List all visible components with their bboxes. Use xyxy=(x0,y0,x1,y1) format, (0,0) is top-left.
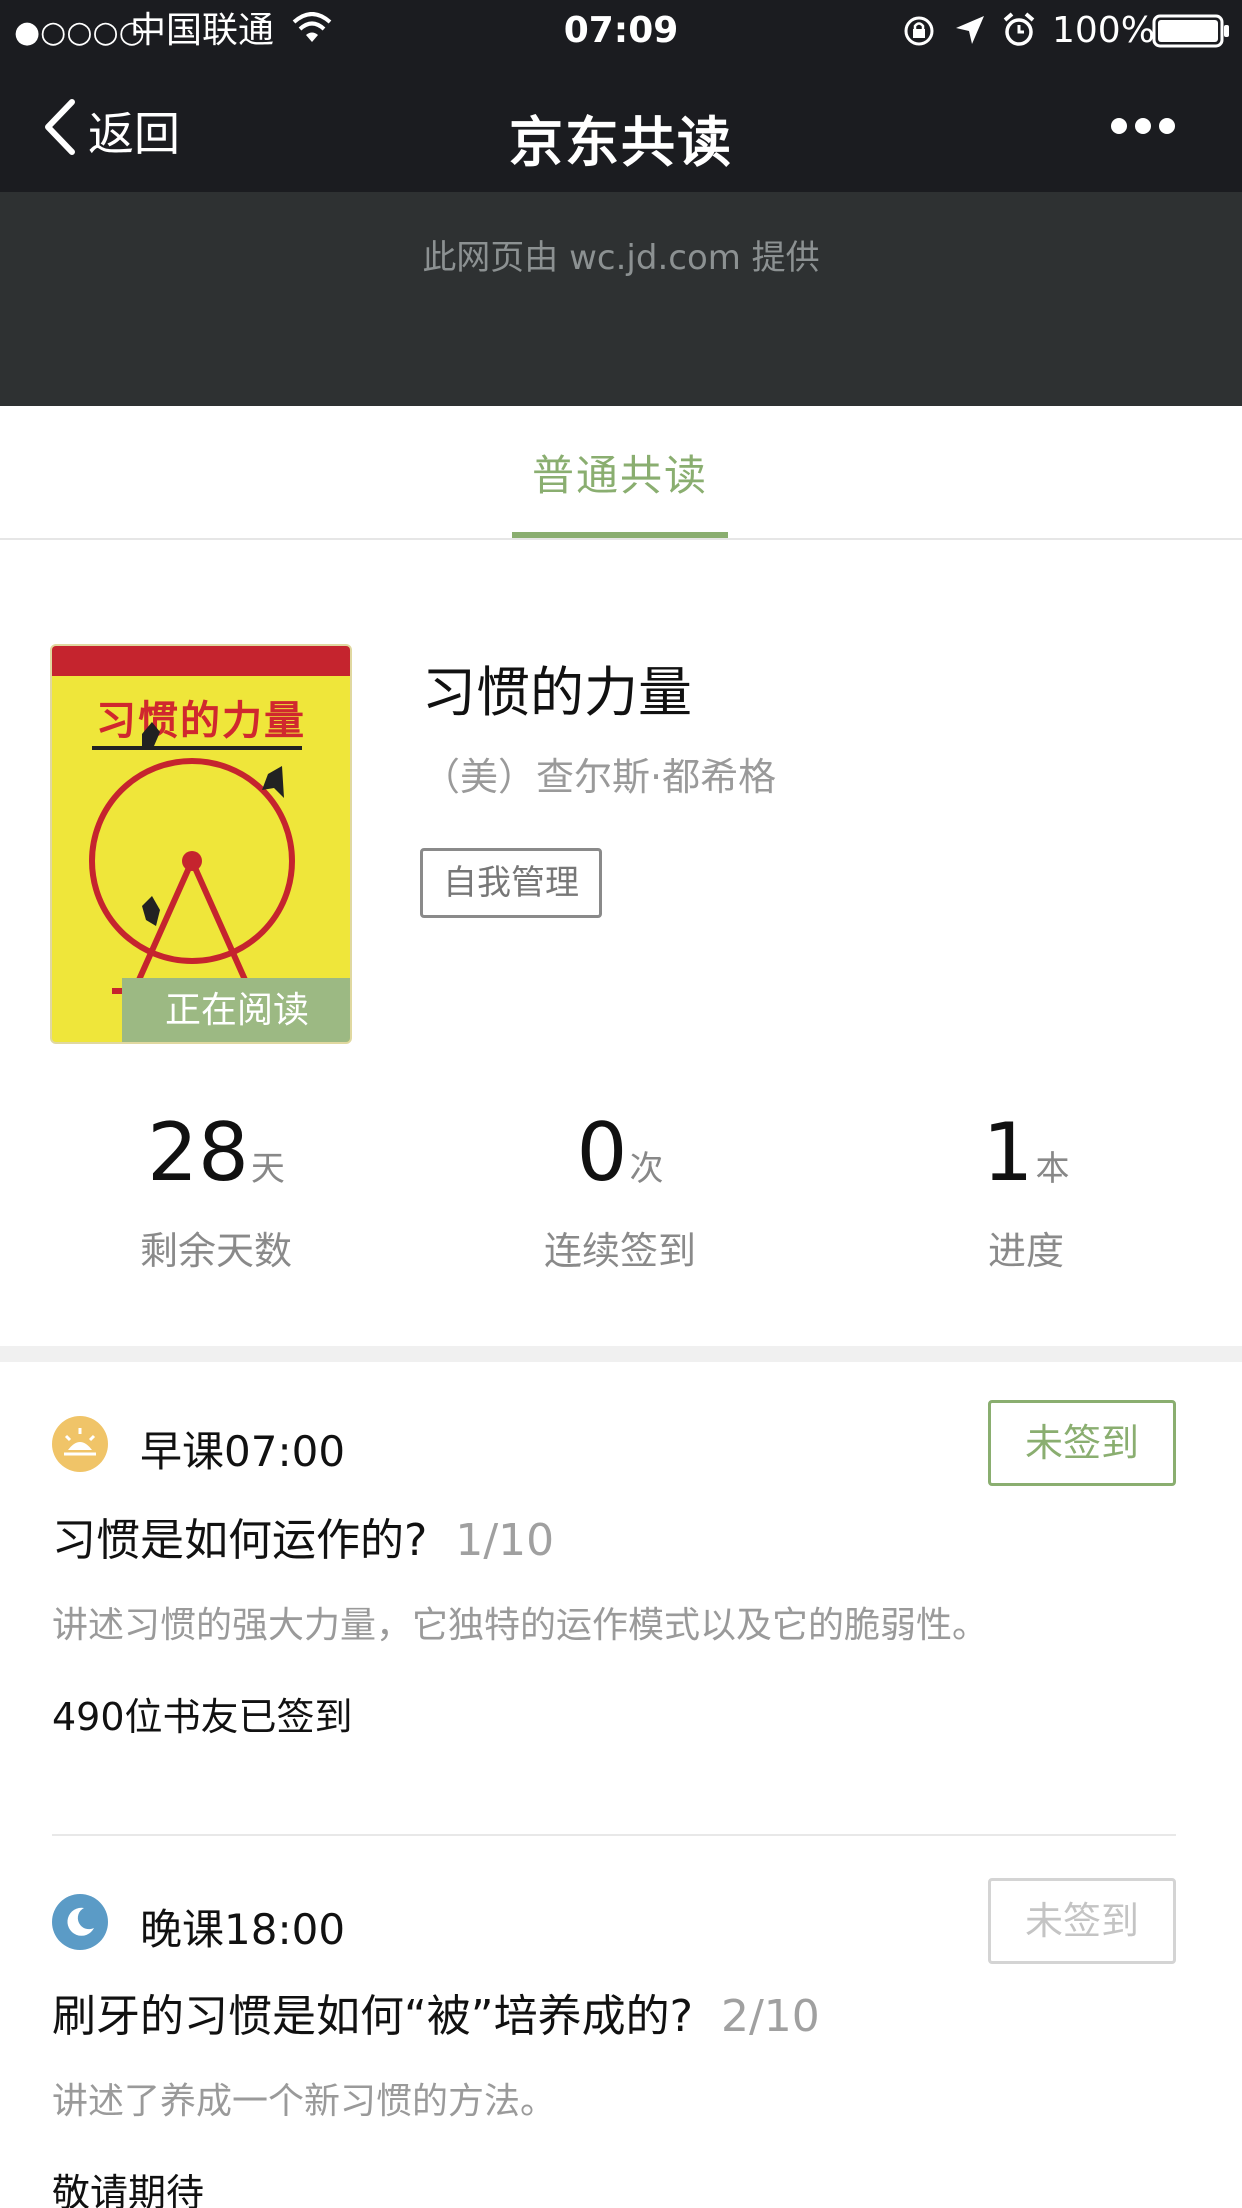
location-icon xyxy=(954,14,986,50)
category-tag[interactable]: 自我管理 xyxy=(420,848,602,918)
coming-soon-label: 敬请期待 xyxy=(52,2171,205,2208)
stat-label: 剩余天数 xyxy=(139,1229,292,1273)
tab-label: 普通共读 xyxy=(531,451,708,500)
stat-value: 1 xyxy=(982,1106,1034,1199)
stat-label: 连续签到 xyxy=(543,1229,696,1273)
provider-text: 此网页由 wc.jd.com 提供 xyxy=(422,238,820,278)
moon-icon xyxy=(52,1894,108,1950)
signin-button-disabled[interactable]: 未签到 xyxy=(988,1878,1176,1964)
stat-progress: 1本 进度 xyxy=(876,1106,1176,1273)
stat-unit: 次 xyxy=(629,1149,664,1189)
lesson-description: 讲述了养成一个新习惯的方法。 xyxy=(52,2081,557,2122)
lesson-title-text: 刷牙的习惯是如何“被”培养成的? xyxy=(52,1991,693,2042)
stat-consecutive-signins: 0次 连续签到 xyxy=(470,1106,770,1273)
provider-banner: 此网页由 wc.jd.com 提供 xyxy=(0,192,1242,406)
lock-rotation-icon xyxy=(902,14,936,52)
book-author: （美）查尔斯·都希格 xyxy=(422,755,777,799)
lesson-title[interactable]: 习惯是如何运作的? 1/10 xyxy=(52,1504,554,1568)
stat-value: 0 xyxy=(576,1106,628,1199)
stat-label: 进度 xyxy=(987,1229,1064,1273)
sunrise-icon xyxy=(52,1416,108,1472)
reading-status-badge: 正在阅读 xyxy=(122,978,350,1042)
lesson-divider xyxy=(52,1834,1176,1836)
lesson-title-text: 习惯是如何运作的? xyxy=(52,1515,428,1566)
lesson-progress: 1/10 xyxy=(455,1515,555,1566)
stat-remaining-days: 28天 剩余天数 xyxy=(66,1106,366,1273)
lesson-description: 讲述习惯的强大力量，它独特的运作模式以及它的脆弱性。 xyxy=(52,1605,989,1646)
battery-icon xyxy=(1152,14,1232,52)
navigation-bar: 返回 京东共读 xyxy=(0,62,1242,192)
book-cover[interactable]: 习惯的力量 正在阅读 xyxy=(50,644,352,1044)
lesson-title[interactable]: 刷牙的习惯是如何“被”培养成的? 2/10 xyxy=(52,1980,820,2044)
alarm-icon xyxy=(1002,12,1036,52)
signin-count: 490位书友已签到 xyxy=(52,1695,353,1739)
signin-button[interactable]: 未签到 xyxy=(988,1400,1176,1486)
battery-percent: 100% xyxy=(1052,10,1155,51)
more-menu-button[interactable] xyxy=(1110,116,1200,150)
status-bar: ●○○○○ 中国联通 07:09 100% xyxy=(0,0,1242,62)
stat-unit: 天 xyxy=(250,1149,285,1189)
lesson-time-label: 早课07:00 xyxy=(140,1427,346,1476)
lesson-time-label: 晚课18:00 xyxy=(140,1905,346,1954)
page-title: 京东共读 xyxy=(509,111,733,174)
lesson-progress: 2/10 xyxy=(720,1991,820,2042)
book-title: 习惯的力量 xyxy=(422,661,692,724)
content-panel: 普通共读 习惯的力量 正在阅读 习惯的力量 （美）查尔斯·都希格 自我管理 28… xyxy=(0,406,1242,2208)
section-gap xyxy=(0,1346,1242,1362)
more-dots-icon xyxy=(1111,118,1175,134)
tab-regular-reading[interactable]: 普通共读 xyxy=(512,406,728,538)
stat-unit: 本 xyxy=(1035,1149,1070,1189)
tab-divider xyxy=(0,538,1242,540)
stat-value: 28 xyxy=(147,1106,249,1199)
